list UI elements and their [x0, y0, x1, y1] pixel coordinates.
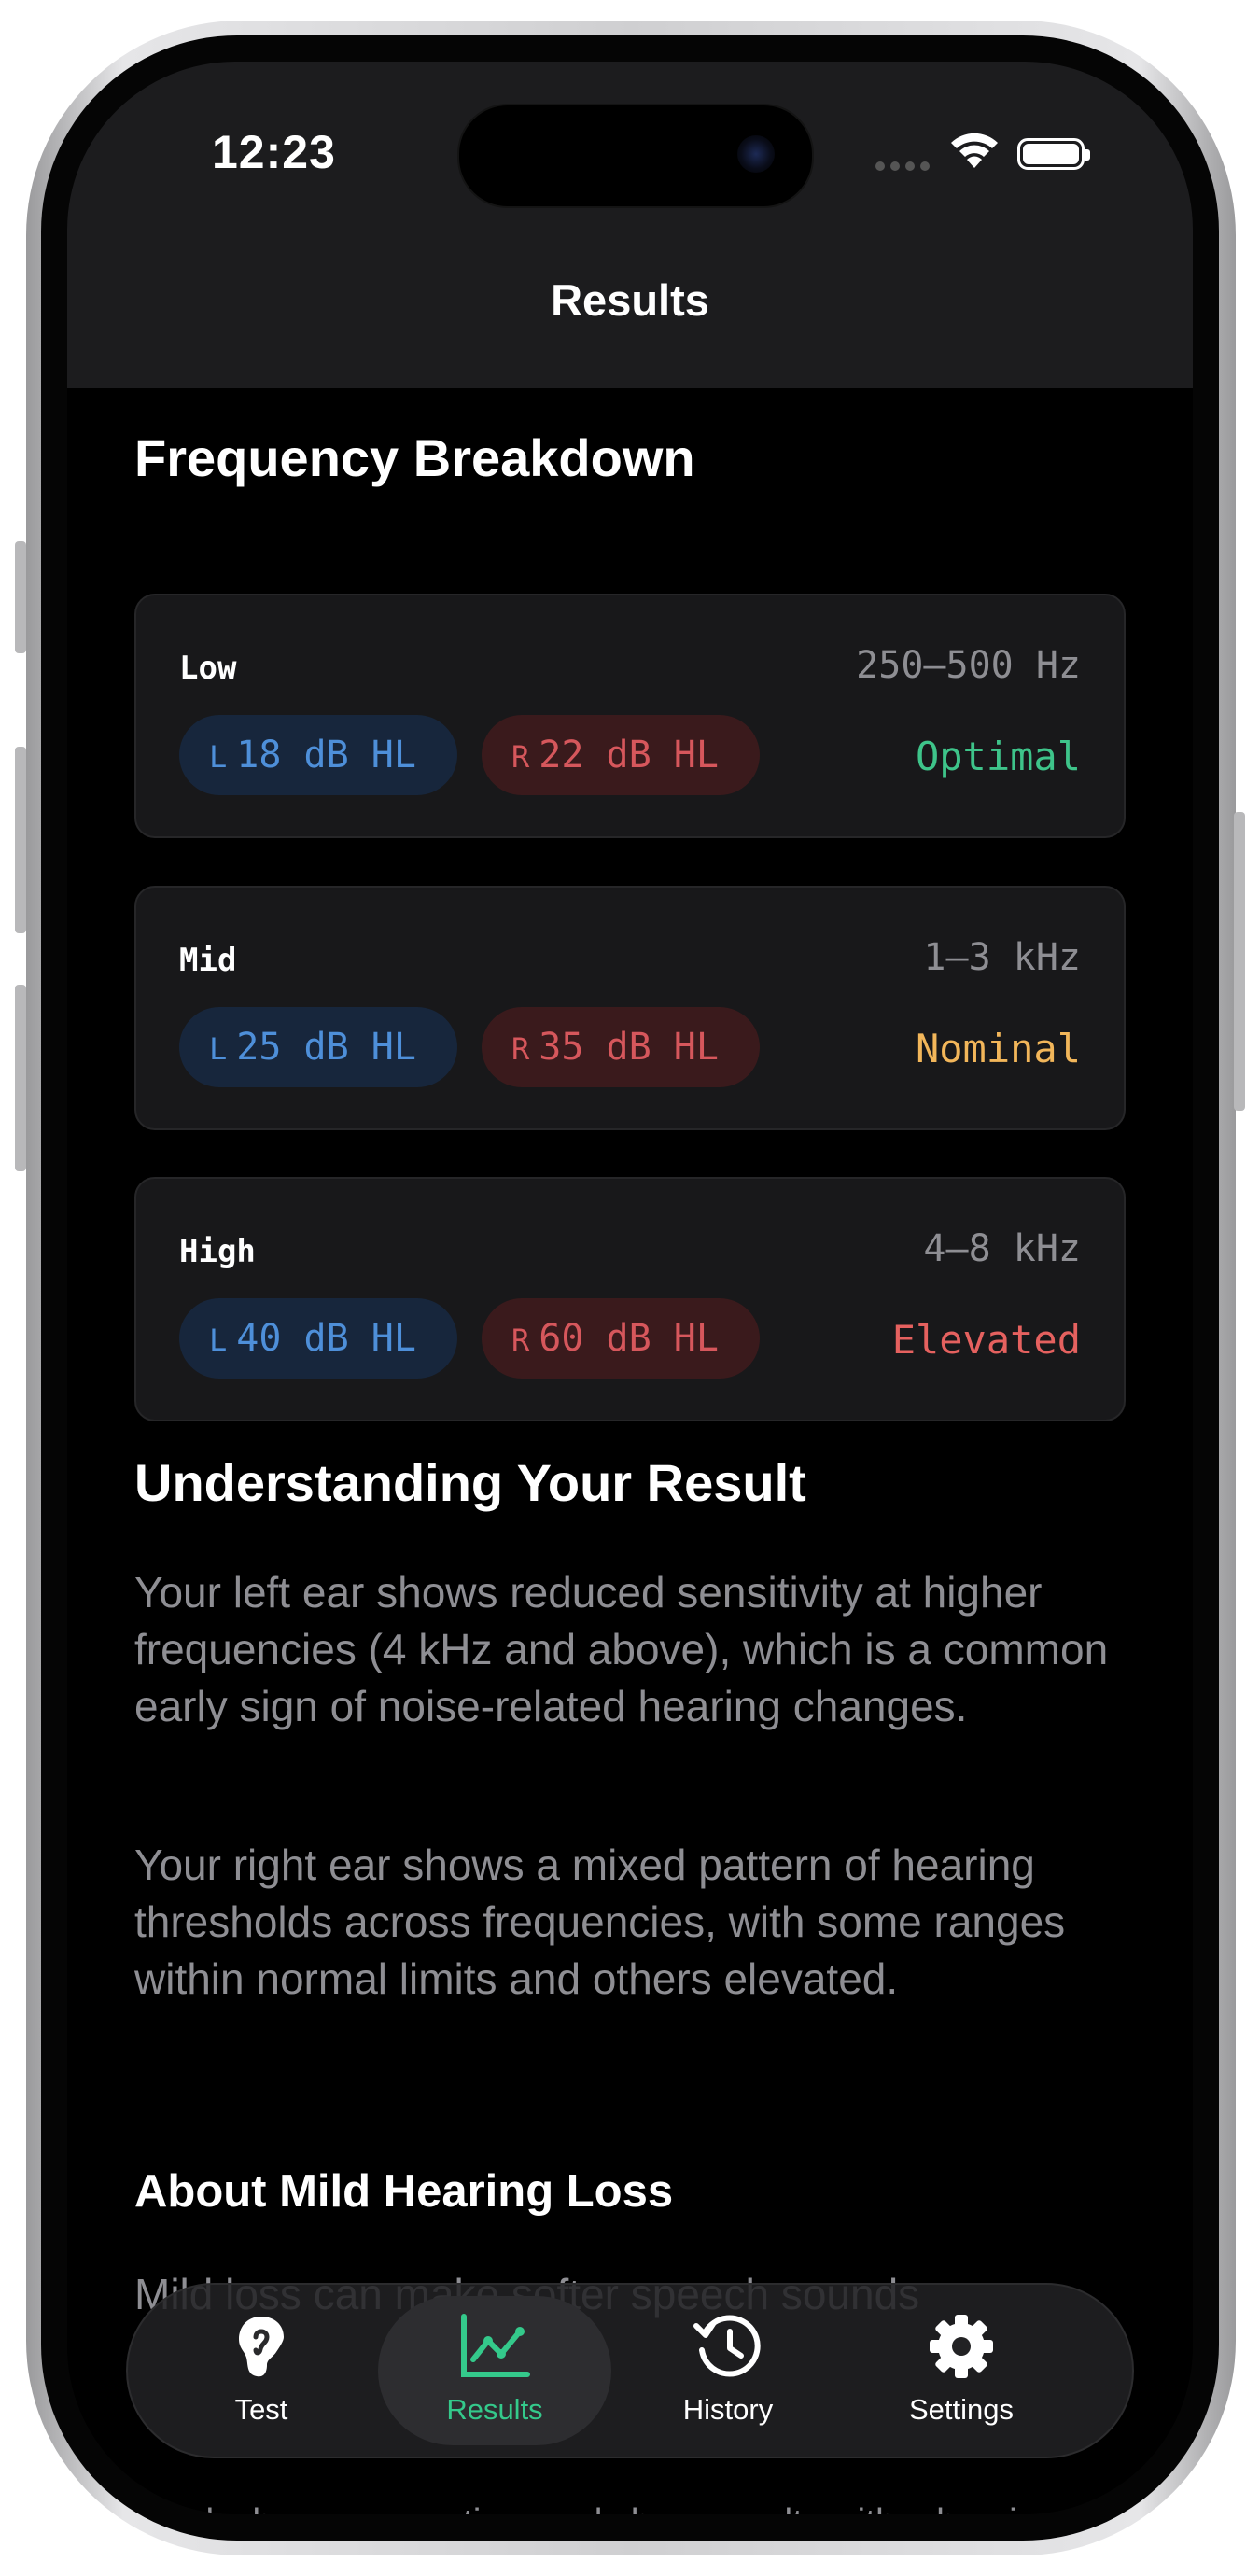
right-ear-threshold-pill: R 60 dB HL — [482, 1298, 760, 1379]
status-time: 12:23 — [212, 126, 336, 178]
battery-icon — [1017, 138, 1090, 170]
right-ear-threshold-pill: R 35 dB HL — [482, 1007, 760, 1087]
screen: Results 12:23 Frequency Breakdown Low 25… — [67, 62, 1193, 2514]
right-ear-summary: Your right ear shows a mixed pattern of … — [134, 1841, 1066, 2003]
left-ear-value: 18 dB HL — [236, 734, 416, 777]
band-range: 4–8 kHz — [923, 1227, 1081, 1270]
ear-icon — [239, 2317, 284, 2377]
tab-label: Settings — [908, 2393, 1014, 2426]
page-title: Results — [551, 275, 709, 325]
left-ear-marker: L — [209, 739, 228, 775]
chart-line-icon — [461, 2314, 530, 2377]
left-ear-threshold-pill: L 25 dB HL — [179, 1007, 457, 1087]
band-range: 1–3 kHz — [923, 936, 1081, 979]
volume-up-button — [15, 747, 26, 933]
left-ear-marker: L — [209, 1323, 228, 1358]
camera-icon — [737, 135, 775, 173]
left-ear-summary: Your left ear shows reduced sensitivity … — [134, 1568, 1109, 1730]
frequency-card-low: Low 250–500 Hz L 18 dB HL R 22 dB HL Optim… — [134, 594, 1126, 838]
band-label: High — [179, 1233, 256, 1270]
about-mild-loss-heading: About Mild Hearing Loss — [134, 2166, 674, 2217]
right-ear-marker: R — [511, 1031, 530, 1067]
tab-bar: Test Results History Settings — [126, 2283, 1134, 2458]
band-status: Optimal — [915, 734, 1081, 779]
tracking-advice-text: Track changes over time and share result… — [134, 2494, 1126, 2514]
action-button — [15, 541, 26, 653]
volume-down-button — [15, 985, 26, 1171]
tab-label: History — [682, 2393, 774, 2426]
tab-settings[interactable]: Settings — [845, 2285, 1078, 2457]
tab-results[interactable]: Results — [378, 2296, 611, 2445]
history-clock-icon — [693, 2315, 761, 2377]
band-label: Low — [179, 650, 237, 687]
wifi-icon — [951, 133, 998, 168]
band-status: Nominal — [915, 1026, 1081, 1071]
status-bar: 12:23 — [67, 62, 1193, 211]
frequency-card-mid: Mid 1–3 kHz L 25 dB HL R 35 dB HL Nominal — [134, 886, 1126, 1130]
band-label: Mid — [179, 942, 237, 979]
power-button — [1234, 812, 1245, 1111]
cellular-signal-icon — [875, 159, 935, 175]
band-range: 250–500 Hz — [856, 644, 1081, 687]
right-ear-marker: R — [511, 739, 530, 775]
right-ear-value: 35 dB HL — [539, 1026, 719, 1069]
left-ear-value: 25 dB HL — [236, 1026, 416, 1069]
left-ear-value: 40 dB HL — [236, 1317, 416, 1360]
right-ear-value: 22 dB HL — [539, 734, 719, 777]
tab-label: Results — [446, 2393, 543, 2426]
frequency-breakdown-heading: Frequency Breakdown — [134, 428, 695, 487]
tab-label: Test — [234, 2393, 288, 2426]
dynamic-island — [457, 104, 814, 208]
left-ear-threshold-pill: L 40 dB HL — [179, 1298, 457, 1379]
right-ear-marker: R — [511, 1323, 530, 1358]
tab-test[interactable]: Test — [145, 2285, 378, 2457]
right-ear-threshold-pill: R 22 dB HL — [482, 715, 760, 795]
left-ear-threshold-pill: L 18 dB HL — [179, 715, 457, 795]
gear-icon — [930, 2315, 993, 2378]
left-ear-marker: L — [209, 1031, 228, 1067]
understanding-heading: Understanding Your Result — [134, 1453, 806, 1512]
tab-history[interactable]: History — [611, 2285, 845, 2457]
right-ear-value: 60 dB HL — [539, 1317, 719, 1360]
frequency-card-high: High 4–8 kHz L 40 dB HL R 60 dB HL Elevate… — [134, 1177, 1126, 1421]
band-status: Elevated — [891, 1317, 1081, 1363]
